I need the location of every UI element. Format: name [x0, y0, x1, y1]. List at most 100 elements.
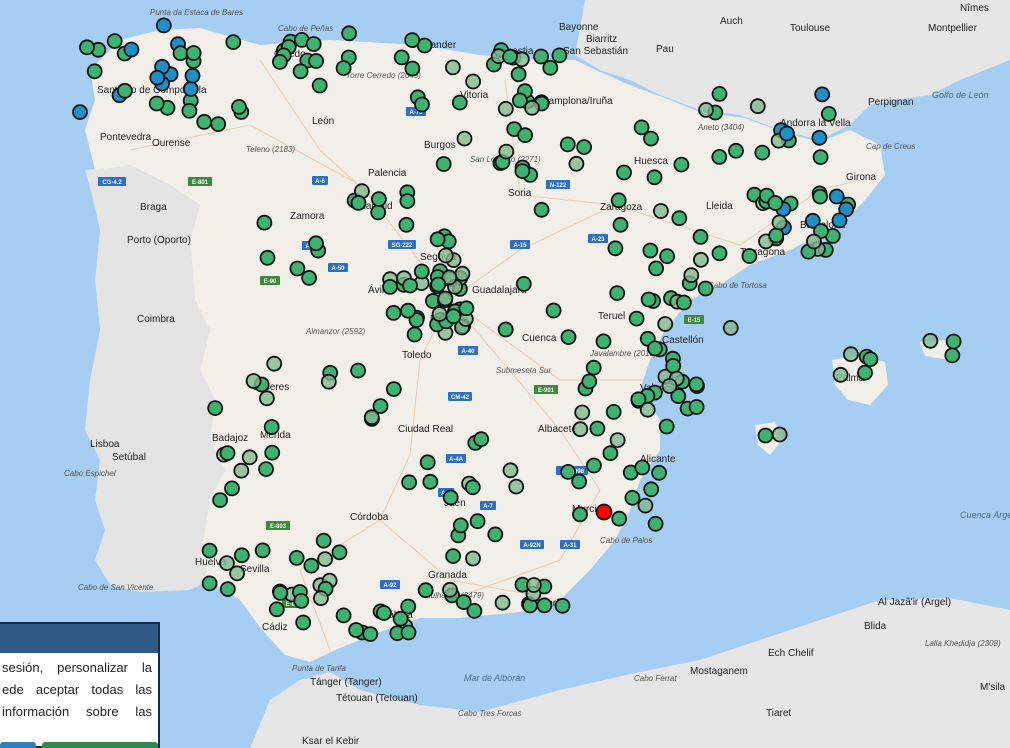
station-marker[interactable] [576, 139, 592, 156]
station-marker[interactable] [258, 461, 275, 478]
station-marker[interactable] [657, 316, 674, 332]
station-marker[interactable] [454, 265, 471, 282]
station-marker[interactable] [268, 601, 285, 618]
station-marker[interactable] [512, 92, 528, 109]
station-marker[interactable] [648, 260, 664, 277]
station-marker[interactable] [464, 479, 481, 496]
station-marker[interactable] [335, 60, 352, 76]
station-marker[interactable] [320, 373, 337, 390]
station-marker[interactable] [595, 333, 612, 350]
station-marker[interactable] [610, 192, 627, 209]
station-marker[interactable] [86, 63, 103, 80]
station-marker[interactable] [401, 474, 418, 491]
station-marker[interactable] [155, 17, 172, 34]
station-marker[interactable] [806, 233, 822, 250]
station-marker[interactable] [295, 614, 312, 631]
station-marker[interactable] [711, 148, 728, 165]
station-marker[interactable] [201, 542, 218, 559]
station-marker[interactable] [413, 263, 430, 280]
station-marker[interactable] [315, 532, 332, 549]
station-marker[interactable] [303, 557, 320, 574]
station-marker[interactable] [589, 420, 606, 437]
station-marker[interactable] [624, 489, 641, 506]
station-marker[interactable] [554, 597, 571, 614]
station-marker[interactable] [722, 319, 739, 336]
station-marker[interactable] [749, 98, 766, 115]
station-marker[interactable] [207, 400, 224, 417]
station-marker[interactable] [639, 401, 656, 418]
station-marker[interactable] [419, 454, 436, 471]
station-marker[interactable] [350, 194, 367, 211]
station-marker[interactable] [444, 59, 461, 76]
station-marker[interactable] [182, 81, 199, 97]
station-marker[interactable] [683, 267, 700, 284]
station-marker[interactable] [331, 544, 348, 561]
station-marker[interactable] [362, 626, 379, 642]
station-marker[interactable] [560, 463, 576, 480]
station-marker[interactable] [348, 622, 365, 638]
station-marker[interactable] [431, 306, 448, 323]
station-marker[interactable] [402, 277, 419, 294]
station-marker[interactable] [148, 95, 165, 112]
station-marker[interactable] [498, 143, 515, 160]
station-marker[interactable] [517, 127, 533, 144]
station-marker[interactable] [225, 34, 242, 50]
station-marker[interactable] [497, 321, 514, 338]
station-marker[interactable] [633, 119, 650, 136]
station-marker[interactable] [435, 156, 452, 172]
station-marker[interactable] [661, 378, 678, 394]
station-marker[interactable] [465, 550, 481, 567]
station-marker[interactable] [272, 585, 289, 601]
station-marker[interactable] [305, 36, 322, 52]
station-marker[interactable] [385, 304, 402, 321]
station-marker[interactable] [692, 228, 709, 245]
station-marker[interactable] [385, 381, 402, 398]
station-marker[interactable] [224, 480, 240, 497]
station-marker[interactable] [429, 231, 446, 248]
station-marker[interactable] [643, 481, 660, 498]
station-marker[interactable] [437, 247, 454, 264]
station-marker[interactable] [857, 364, 873, 381]
station-marker[interactable] [452, 517, 469, 534]
station-marker[interactable] [487, 526, 504, 543]
station-marker[interactable] [515, 275, 532, 292]
station-marker[interactable] [254, 542, 271, 559]
cookie-settings-button[interactable] [0, 742, 36, 748]
station-marker[interactable] [628, 310, 645, 327]
station-marker[interactable] [581, 373, 598, 390]
station-marker[interactable] [862, 351, 879, 368]
station-marker[interactable] [271, 54, 288, 70]
station-marker[interactable] [711, 245, 728, 262]
station-marker[interactable] [233, 462, 250, 479]
station-marker[interactable] [536, 597, 553, 614]
station-marker[interactable] [311, 77, 328, 94]
station-marker[interactable] [568, 155, 585, 172]
station-marker[interactable] [814, 86, 831, 103]
station-marker[interactable] [219, 445, 236, 462]
station-marker[interactable] [456, 130, 473, 147]
station-marker[interactable] [673, 156, 690, 173]
station-marker[interactable] [647, 515, 664, 532]
station-marker[interactable] [944, 347, 961, 364]
station-marker[interactable] [609, 285, 626, 302]
station-marker[interactable] [671, 210, 688, 227]
station-marker[interactable] [560, 329, 577, 346]
station-marker[interactable] [400, 302, 416, 319]
station-marker[interactable] [317, 551, 334, 567]
station-marker[interactable] [414, 96, 430, 113]
station-marker[interactable] [117, 82, 133, 99]
station-marker[interactable] [688, 376, 705, 393]
station-marker[interactable] [266, 355, 283, 372]
station-marker[interactable] [586, 457, 602, 474]
station-marker[interactable] [945, 333, 962, 350]
station-marker[interactable] [445, 548, 462, 564]
station-marker-selected[interactable] [595, 503, 613, 521]
station-marker[interactable] [514, 163, 531, 180]
station-marker[interactable] [181, 102, 198, 119]
station-marker[interactable] [698, 102, 714, 118]
station-marker[interactable] [658, 418, 675, 435]
station-marker[interactable] [688, 399, 705, 415]
station-marker[interactable] [605, 403, 622, 420]
station-marker[interactable] [437, 290, 454, 307]
station-marker[interactable] [611, 510, 628, 527]
